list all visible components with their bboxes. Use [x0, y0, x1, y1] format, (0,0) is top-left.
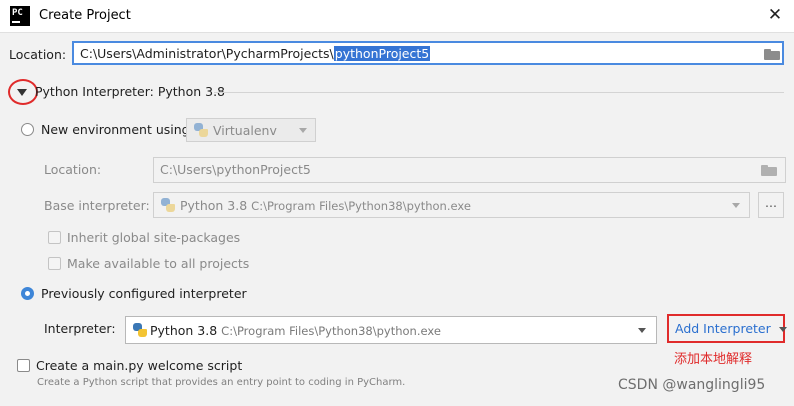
- venv-location-label: Location:: [44, 162, 102, 177]
- make-available-checkbox[interactable]: [48, 257, 61, 270]
- interpreter-select[interactable]: Python 3.8 C:\Program Files\Python38\pyt…: [125, 316, 657, 344]
- welcome-script-checkbox[interactable]: [17, 359, 30, 372]
- base-interpreter-name: Python 3.8: [180, 198, 248, 213]
- base-interpreter-label: Base interpreter:: [44, 198, 150, 213]
- interpreter-name: Python 3.8: [150, 323, 218, 338]
- base-interpreter-select[interactable]: Python 3.8 C:\Program Files\Python38\pyt…: [153, 192, 750, 218]
- welcome-script-label: Create a main.py welcome script: [36, 358, 243, 373]
- pycharm-logo-icon: PC: [10, 6, 30, 26]
- chevron-down-icon: [638, 328, 646, 333]
- location-path-prefix: C:\Users\Administrator\PycharmProjects\: [80, 46, 334, 61]
- chevron-down-icon: [732, 203, 740, 208]
- add-interpreter-button[interactable]: Add Interpreter: [675, 321, 787, 336]
- inherit-packages-label: Inherit global site-packages: [67, 230, 241, 245]
- chevron-down-icon: [299, 128, 307, 133]
- welcome-script-description: Create a Python script that provides an …: [37, 377, 406, 388]
- inherit-packages-checkbox[interactable]: [48, 231, 61, 244]
- folder-icon[interactable]: [761, 165, 777, 176]
- new-environment-radio[interactable]: [21, 123, 34, 136]
- previous-interpreter-radio[interactable]: [21, 287, 34, 300]
- venv-location-input[interactable]: C:\Users\pythonProject5: [153, 157, 786, 183]
- watermark: CSDN @wanglingli95: [618, 377, 766, 393]
- add-interpreter-label: Add Interpreter: [675, 321, 771, 336]
- location-label: Location:: [9, 47, 67, 62]
- environment-tool-value: Virtualenv: [213, 123, 277, 138]
- base-interpreter-path: C:\Program Files\Python38\python.exe: [251, 199, 471, 213]
- interpreter-label: Interpreter:: [44, 321, 116, 336]
- interpreter-path: C:\Program Files\Python38\python.exe: [221, 324, 441, 338]
- browse-button[interactable]: ...: [758, 192, 784, 218]
- close-icon[interactable]: ✕: [764, 4, 786, 26]
- collapse-triangle-icon[interactable]: [17, 89, 27, 96]
- make-available-label: Make available to all projects: [67, 256, 250, 271]
- environment-tool-select[interactable]: Virtualenv: [186, 118, 316, 142]
- python-icon: [160, 197, 176, 213]
- folder-icon[interactable]: [764, 49, 780, 60]
- new-environment-label: New environment using: [41, 122, 190, 137]
- window-title: Create Project: [39, 8, 131, 23]
- annotation-text: 添加本地解释: [674, 352, 753, 367]
- title-bar: PC Create Project ✕: [0, 0, 794, 33]
- previous-interpreter-label: Previously configured interpreter: [41, 286, 247, 301]
- venv-location-value: C:\Users\pythonProject5: [160, 162, 311, 177]
- location-input[interactable]: C:\Users\Administrator\PycharmProjects\p…: [72, 41, 784, 65]
- section-divider: [214, 92, 784, 93]
- location-path-selected: pythonProject5: [333, 46, 431, 61]
- interpreter-section-title[interactable]: Python Interpreter: Python 3.8: [35, 84, 225, 99]
- python-icon: [132, 322, 148, 338]
- chevron-down-icon: [778, 327, 787, 332]
- virtualenv-icon: [193, 122, 209, 138]
